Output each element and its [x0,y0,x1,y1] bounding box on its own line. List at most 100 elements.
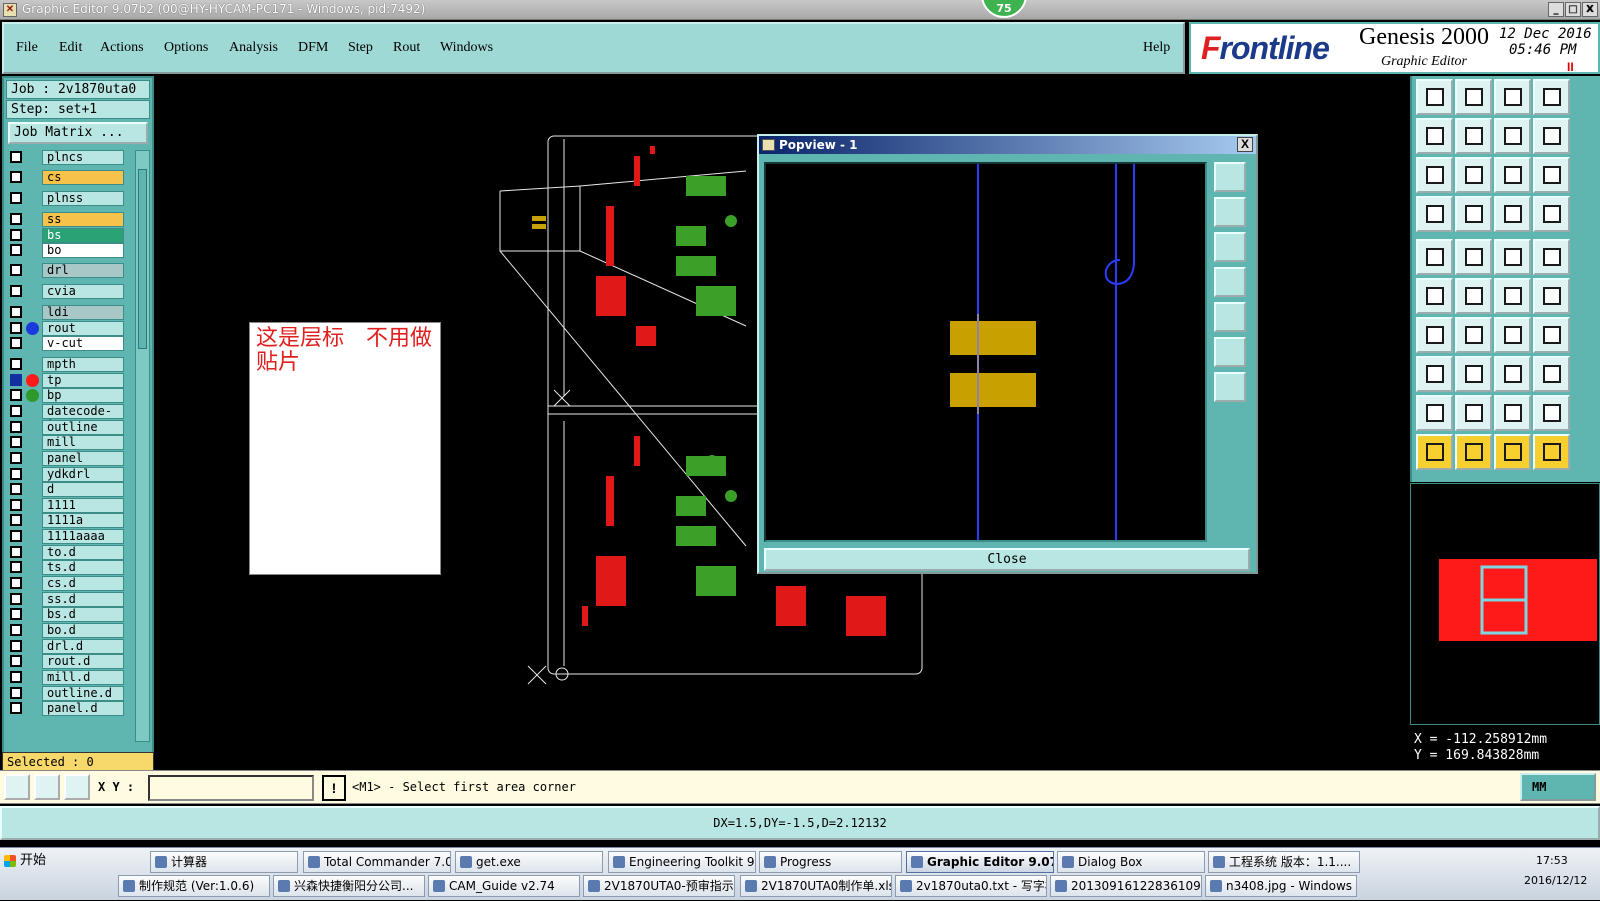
clock-date[interactable]: 2016/12/12 [1524,874,1587,887]
layer-row[interactable]: bo.d [6,623,124,638]
layer-name-panel-d[interactable]: panel.d [42,701,124,716]
layer-row[interactable]: bs.d [6,607,124,622]
layer-name-mill[interactable]: mill [42,435,124,450]
minimize-button[interactable]: _ [1548,2,1564,17]
job-matrix-button[interactable]: Job Matrix ... [8,122,148,144]
layer-row[interactable]: datecode-to [6,404,124,431]
layer-row[interactable]: d [6,482,124,497]
popview-pan-right-button[interactable] [1214,302,1246,332]
layer-row[interactable]: tp [6,373,124,388]
taskbar-item[interactable]: Total Commander 7.0 p... [303,851,451,873]
layer-checkbox[interactable] [10,561,22,573]
layer-name-to-d[interactable]: to.d [42,545,124,560]
layer-checkbox[interactable] [10,514,22,526]
layer-name-ts-d[interactable]: ts.d [42,560,124,575]
layer-name-v-cut[interactable]: v-cut [42,336,124,351]
pointer-b-tool-button[interactable] [1455,434,1492,470]
overview-map[interactable] [1410,483,1600,725]
zoom-tool-button[interactable] [1455,157,1492,193]
layer-name-cs[interactable]: cs [42,170,124,185]
taskbar-item[interactable]: Progress [759,851,902,873]
menu-rout[interactable]: Rout [393,40,420,56]
layer-checkbox[interactable] [10,421,22,433]
layer-name-bo-d[interactable]: bo.d [42,623,124,638]
menu-actions[interactable]: Actions [100,40,144,56]
layer-row[interactable]: drl.d [6,639,124,654]
layer-checkbox[interactable] [10,702,22,714]
clock-time[interactable]: 17:53 [1536,854,1568,867]
layer-checkbox[interactable] [10,151,22,163]
layer-row[interactable]: mill [6,435,124,450]
layer-name-ldi[interactable]: ldi [42,305,124,320]
layer-checkbox[interactable] [10,530,22,542]
layer-checkbox[interactable] [10,468,22,480]
menu-file[interactable]: File [16,40,38,56]
taskbar-item[interactable]: 2v1870uta0.txt - 写字板 [895,875,1047,897]
menu-windows[interactable]: Windows [440,40,493,56]
layer-checkbox[interactable] [10,546,22,558]
layer-name-mpth[interactable]: mpth [42,357,124,372]
popview-zoom-home-button[interactable] [1214,162,1246,192]
menu-step[interactable]: Step [348,40,373,56]
layer-checkbox[interactable] [10,213,22,225]
rout-red-tool-button[interactable] [1494,196,1531,232]
fit-tool-button[interactable] [1416,157,1453,193]
node-a-tool-button[interactable] [1494,278,1531,314]
arc-tool-button[interactable] [1494,317,1531,353]
layer-row[interactable]: panel [6,451,124,466]
unit-selector[interactable]: MM [1520,773,1596,801]
layer-name-bo[interactable]: bo [42,243,124,258]
layer-name-1111[interactable]: 1111 [42,498,124,513]
layer-name-drl-d[interactable]: drl.d [42,639,124,654]
layer-name-datecode-to[interactable]: datecode-to [42,404,124,431]
layer-name-bp[interactable]: bp [42,388,124,403]
layer-row[interactable]: plncs [6,150,124,165]
layer-checkbox[interactable] [10,405,22,417]
layer-checkbox[interactable] [10,358,22,370]
alert-button[interactable]: ! [322,775,346,801]
popview-pan-down-button[interactable] [1214,232,1246,262]
layer-checkbox[interactable] [10,436,22,448]
layer-checkbox[interactable] [10,229,22,241]
popview-close-button[interactable]: Close [764,548,1250,571]
taskbar-item[interactable]: 2V1870UTA0-预审指示... [583,875,735,897]
layer-checkbox[interactable] [10,244,22,256]
layer-list-scrollbar[interactable] [135,150,150,742]
home-tool-button[interactable] [1416,79,1453,115]
layer-row[interactable]: drl [6,263,124,278]
menu-help[interactable]: Help [1143,40,1170,56]
taskbar-item[interactable]: 2V1870UTA0制作单.xls... [740,875,892,897]
layer-name-tp[interactable]: tp [42,373,124,388]
line-diag-tool-button[interactable] [1455,317,1492,353]
popview-pan-up-button[interactable] [1214,197,1246,227]
layer-name-plnss[interactable]: plnss [42,191,124,206]
text-f-tool-button[interactable] [1533,317,1570,353]
dash-tool-button[interactable] [1455,356,1492,392]
layer-checkbox[interactable] [10,264,22,276]
layer-name-bs[interactable]: bs [42,228,124,243]
layer-row[interactable]: 1111a [6,513,124,528]
start-button[interactable]: 开始 [2,850,52,872]
layer-checkbox[interactable] [10,192,22,204]
taskbar-item[interactable]: 兴森快捷衡阳分公司... [273,875,425,897]
tri-b-tool-button[interactable] [1455,395,1492,431]
taskbar-item[interactable]: CAM_Guide v2.74 [428,875,580,897]
scale-1-2-tool-button[interactable] [1494,157,1531,193]
pointer-c-tool-button[interactable] [1494,434,1531,470]
tri-d-tool-button[interactable] [1533,395,1570,431]
layer-name-bs-d[interactable]: bs.d [42,607,124,622]
layer-name-rout-d[interactable]: rout.d [42,654,124,669]
angle-icon[interactable] [34,774,60,800]
polygon-tool-button[interactable] [1455,239,1492,275]
layer-checkbox[interactable] [10,306,22,318]
layer-checkbox[interactable] [10,483,22,495]
layer-name-d[interactable]: d [42,482,124,497]
duplicate-tool-button[interactable] [1533,356,1570,392]
rout-both-tool-button[interactable] [1533,196,1570,232]
layer-row[interactable]: bp [6,388,124,403]
pointer-d-tool-button[interactable] [1533,434,1570,470]
line-red-tool-button[interactable] [1416,317,1453,353]
layer-checkbox[interactable] [10,171,22,183]
node-b-tool-button[interactable] [1533,278,1570,314]
taskbar-item[interactable]: get.exe [455,851,603,873]
